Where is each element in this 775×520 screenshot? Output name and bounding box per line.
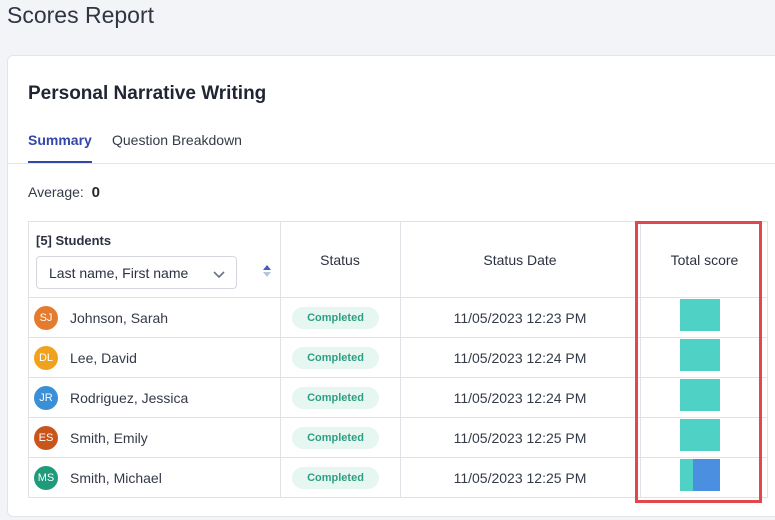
score-segment-primary <box>680 419 720 451</box>
score-segment-primary <box>680 299 720 331</box>
page-title: Scores Report <box>7 2 155 28</box>
tab-bar: Summary Question Breakdown <box>8 124 775 164</box>
status-date: 11/05/2023 12:24 PM <box>453 350 587 366</box>
average-value: 0 <box>91 184 101 201</box>
status-date: 11/05/2023 12:23 PM <box>453 310 587 326</box>
score-segment-primary <box>680 459 694 491</box>
status-badge: Completed <box>292 307 379 329</box>
status-header: Status <box>320 251 360 268</box>
total-score-bar[interactable] <box>680 419 720 451</box>
average-score: Average: 0 <box>28 184 100 201</box>
report-card: Personal Narrative Writing Summary Quest… <box>7 55 775 517</box>
student-name[interactable]: Lee, David <box>70 350 137 366</box>
total-score-bar[interactable] <box>680 299 720 331</box>
table-row: SJ Johnson, Sarah Completed 11/05/2023 1… <box>29 298 769 338</box>
sort-arrows-icon[interactable] <box>262 263 272 279</box>
table-row: MS Smith, Michael Completed 11/05/2023 1… <box>29 458 769 498</box>
avatar: JR <box>34 386 58 410</box>
student-name[interactable]: Johnson, Sarah <box>70 310 168 326</box>
total-score-bar[interactable] <box>680 459 720 491</box>
score-segment-primary <box>680 379 720 411</box>
table-row: JR Rodriguez, Jessica Completed 11/05/20… <box>29 378 769 418</box>
scores-table: [5] Students Last name, First name Statu… <box>28 221 768 498</box>
status-date: 11/05/2023 12:25 PM <box>453 430 587 446</box>
sort-select-value: Last name, First name <box>49 265 189 281</box>
student-name[interactable]: Smith, Michael <box>70 470 162 486</box>
table-row: DL Lee, David Completed 11/05/2023 12:24… <box>29 338 769 378</box>
status-badge: Completed <box>292 387 379 409</box>
status-date: 11/05/2023 12:25 PM <box>453 470 587 486</box>
status-date-header: Status Date <box>483 251 557 268</box>
tab-question-breakdown[interactable]: Question Breakdown <box>112 132 242 161</box>
student-name[interactable]: Rodriguez, Jessica <box>70 390 188 406</box>
status-badge: Completed <box>292 347 379 369</box>
score-segment-secondary <box>693 459 720 491</box>
table-row: ES Smith, Emily Completed 11/05/2023 12:… <box>29 418 769 458</box>
chevron-down-icon <box>213 271 225 279</box>
status-badge: Completed <box>292 427 379 449</box>
score-segment-primary <box>680 339 720 371</box>
status-date: 11/05/2023 12:24 PM <box>453 390 587 406</box>
status-badge: Completed <box>292 467 379 489</box>
total-score-bar[interactable] <box>680 339 720 371</box>
student-name[interactable]: Smith, Emily <box>70 430 148 446</box>
assignment-title: Personal Narrative Writing <box>28 83 267 104</box>
tab-summary[interactable]: Summary <box>28 132 92 163</box>
average-label: Average: <box>28 184 84 200</box>
avatar: ES <box>34 426 58 450</box>
avatar: DL <box>34 346 58 370</box>
total-score-header: Total score <box>670 251 739 268</box>
students-header: [5] Students <box>36 233 112 248</box>
avatar: MS <box>34 466 58 490</box>
avatar: SJ <box>34 306 58 330</box>
sort-select[interactable]: Last name, First name <box>36 256 237 289</box>
total-score-bar[interactable] <box>680 379 720 411</box>
